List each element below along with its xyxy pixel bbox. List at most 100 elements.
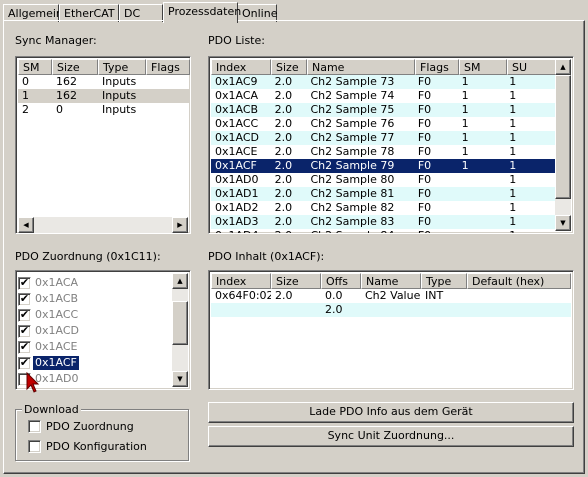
column-header-name[interactable]: Name bbox=[361, 273, 421, 289]
table-row[interactable]: 0x1ACA 2.0 Ch2 Sample 74 F0 1 1 bbox=[211, 89, 555, 103]
scrollbar-thumb[interactable] bbox=[172, 301, 188, 345]
pdo-inhalt-list[interactable]: Index Size Offs Name Type Default (hex) … bbox=[208, 270, 574, 390]
cell-type: INT bbox=[425, 289, 444, 302]
column-header-size[interactable]: Size bbox=[52, 59, 98, 75]
pdo-liste-header: Index Size Name Flags SM SU bbox=[211, 59, 557, 75]
cell-size: 2.0 bbox=[274, 187, 293, 200]
column-header-flags[interactable]: Flags bbox=[415, 59, 459, 75]
column-header-type[interactable]: Type bbox=[421, 273, 467, 289]
table-row[interactable]: 0 162 Inputs bbox=[18, 75, 190, 89]
table-row[interactable]: 1 162 Inputs bbox=[18, 89, 190, 103]
pdo-zuordnung-list[interactable]: ✔ 0x1ACA ✔ 0x1ACB ✔ 0x1ACC ✔ 0x1ACD ✔ 0x1ACE ✔ 0x1A… bbox=[15, 270, 191, 390]
checkbox-checked-icon[interactable]: ✔ bbox=[18, 356, 31, 370]
table-row[interactable]: 0x1ACB 2.0 Ch2 Sample 75 F0 1 1 bbox=[211, 103, 555, 117]
table-row[interactable]: 0x1AD3 2.0 Ch2 Sample 83 F0 1 bbox=[211, 215, 555, 229]
right-arrow-icon[interactable]: ▶ bbox=[172, 217, 188, 233]
checkbox-checked-icon[interactable]: ✔ bbox=[18, 308, 31, 322]
lade-pdo-info-button[interactable]: Lade PDO Info aus dem Gerät bbox=[208, 402, 574, 423]
cell-flags bbox=[146, 103, 190, 117]
pdo-assignment-item[interactable]: ✔ 0x1ACF bbox=[18, 355, 79, 371]
table-row[interactable]: 0x64F0:02 2.0 0.0 Ch2 Value INT bbox=[211, 289, 571, 303]
cell-su: 1 bbox=[509, 159, 517, 172]
pdo-assignment-item[interactable]: ✔ 0x1ACC bbox=[18, 307, 80, 323]
vertical-scrollbar[interactable]: ▲ ▼ bbox=[555, 59, 571, 231]
pdo-zuordnung-title: PDO Zuordnung (0x1C11): bbox=[15, 250, 161, 263]
table-row[interactable]: 2.0 bbox=[211, 303, 571, 317]
cell-size: 2.0 bbox=[274, 75, 293, 88]
column-header-size[interactable]: Size bbox=[271, 59, 307, 75]
cell-flags: F0 bbox=[417, 173, 432, 186]
table-row[interactable]: 0x1AD2 2.0 Ch2 Sample 82 F0 1 bbox=[211, 201, 555, 215]
pdo-liste-list[interactable]: Index Size Name Flags SM SU 0x1AC9 2.0 Ch2… bbox=[208, 56, 574, 234]
cell-sm bbox=[458, 215, 506, 229]
table-row[interactable]: 0x1ACC 2.0 Ch2 Sample 76 F0 1 1 bbox=[211, 117, 555, 131]
vertical-scrollbar[interactable]: ▲ ▼ bbox=[172, 273, 188, 387]
column-header-flags[interactable]: Flags bbox=[146, 59, 190, 75]
cell-su: 1 bbox=[509, 89, 517, 102]
checkbox-checked-icon[interactable]: ✔ bbox=[18, 324, 31, 338]
column-header-type[interactable]: Type bbox=[98, 59, 146, 75]
down-arrow-icon[interactable]: ▼ bbox=[555, 215, 571, 231]
pdo-assignment-label: 0x1AD0 bbox=[35, 372, 79, 385]
pdo-assignment-item[interactable]: ✔ 0x1ACE bbox=[18, 339, 79, 355]
table-row[interactable]: 0x1AD1 2.0 Ch2 Sample 81 F0 1 bbox=[211, 187, 555, 201]
cell-su: 1 bbox=[509, 145, 517, 158]
column-header-sm[interactable]: SM bbox=[459, 59, 507, 75]
up-arrow-icon[interactable]: ▲ bbox=[555, 59, 571, 75]
checkbox-label: PDO Zuordnung bbox=[46, 419, 134, 433]
column-header-size[interactable]: Size bbox=[271, 273, 321, 289]
pdo-assignment-item[interactable]: ✔ 0x1ACA bbox=[18, 275, 80, 291]
cell-size: 2.0 bbox=[274, 173, 293, 186]
column-header-index[interactable]: Index bbox=[211, 59, 271, 75]
table-row[interactable]: 0x1ACD 2.0 Ch2 Sample 77 F0 1 1 bbox=[211, 131, 555, 145]
pdo-assignment-label: 0x1ACD bbox=[35, 324, 79, 337]
column-header-su[interactable]: SU bbox=[507, 59, 557, 75]
cell-size: 2.0 bbox=[274, 159, 293, 172]
sync-unit-zuordnung-button[interactable]: Sync Unit Zuordnung... bbox=[208, 426, 574, 447]
checkbox-checked-icon[interactable]: ✔ bbox=[18, 340, 31, 354]
pdo-assignment-item[interactable]: ✔ 0x1ACD bbox=[18, 323, 81, 339]
down-arrow-icon[interactable]: ▼ bbox=[172, 371, 188, 387]
column-header-offs[interactable]: Offs bbox=[321, 273, 361, 289]
cell-default bbox=[467, 303, 571, 317]
column-header-name[interactable]: Name bbox=[307, 59, 415, 75]
horizontal-scrollbar[interactable]: ◀ ▶ bbox=[18, 217, 188, 233]
checkbox-checked-icon[interactable]: ✔ bbox=[18, 276, 31, 290]
cell-index: 0x1ACD bbox=[215, 131, 259, 144]
table-row[interactable]: 0x1ACE 2.0 Ch2 Sample 78 F0 1 1 bbox=[211, 145, 555, 159]
column-header-sm[interactable]: SM bbox=[18, 59, 52, 75]
up-arrow-icon[interactable]: ▲ bbox=[172, 273, 188, 289]
cell-index: 0x1ACB bbox=[215, 103, 259, 116]
pdo-assignment-label: 0x1AD1 bbox=[33, 388, 81, 389]
cell-size bbox=[271, 303, 321, 317]
cell-size: 0 bbox=[56, 103, 63, 116]
sync-manager-list[interactable]: SM Size Type Flags 0 162 Inputs 1 162 In… bbox=[15, 56, 191, 234]
pdo-konfiguration-download-checkbox[interactable]: PDO Konfiguration bbox=[28, 438, 147, 454]
column-header-index[interactable]: Index bbox=[211, 273, 271, 289]
scrollbar-thumb[interactable] bbox=[555, 75, 571, 199]
cell-size: 162 bbox=[56, 89, 77, 102]
cell-su: 1 bbox=[509, 131, 517, 144]
column-header-default[interactable]: Default (hex) bbox=[467, 273, 571, 289]
table-row[interactable]: 2 0 Inputs bbox=[18, 103, 190, 117]
cell-sm: 1 bbox=[461, 103, 469, 116]
pdo-zuordnung-download-checkbox[interactable]: PDO Zuordnung bbox=[28, 418, 134, 434]
cell-sm: 1 bbox=[22, 89, 29, 102]
table-row[interactable]: 0x1AC9 2.0 Ch2 Sample 73 F0 1 1 bbox=[211, 75, 555, 89]
checkbox-checked-icon[interactable]: ✔ bbox=[18, 292, 31, 306]
cell-name: Ch2 Sample 79 bbox=[310, 159, 395, 172]
cell-index: 0x1AC9 bbox=[215, 75, 258, 88]
cell-name: Ch2 Sample 84 bbox=[306, 229, 413, 233]
cell-sm bbox=[458, 187, 506, 201]
tab-prozessdaten[interactable]: Prozessdaten bbox=[163, 2, 241, 23]
table-row[interactable]: 0x1AD0 2.0 Ch2 Sample 80 F0 1 bbox=[211, 173, 555, 187]
checkbox[interactable] bbox=[28, 439, 41, 453]
pdo-assignment-label: 0x1ACC bbox=[35, 308, 79, 321]
pdo-assignment-item[interactable]: ✔ 0x1ACB bbox=[18, 291, 80, 307]
cell-size: 2.0 bbox=[274, 117, 293, 130]
cell-flags: F0 bbox=[417, 89, 432, 102]
left-arrow-icon[interactable]: ◀ bbox=[18, 217, 34, 233]
checkbox[interactable] bbox=[28, 419, 41, 433]
table-row[interactable]: 0x1AD42.0Ch2 Sample 84F0 1 bbox=[211, 229, 555, 233]
table-row[interactable]: 0x1ACF 2.0 Ch2 Sample 79 F0 1 1 bbox=[211, 159, 555, 173]
